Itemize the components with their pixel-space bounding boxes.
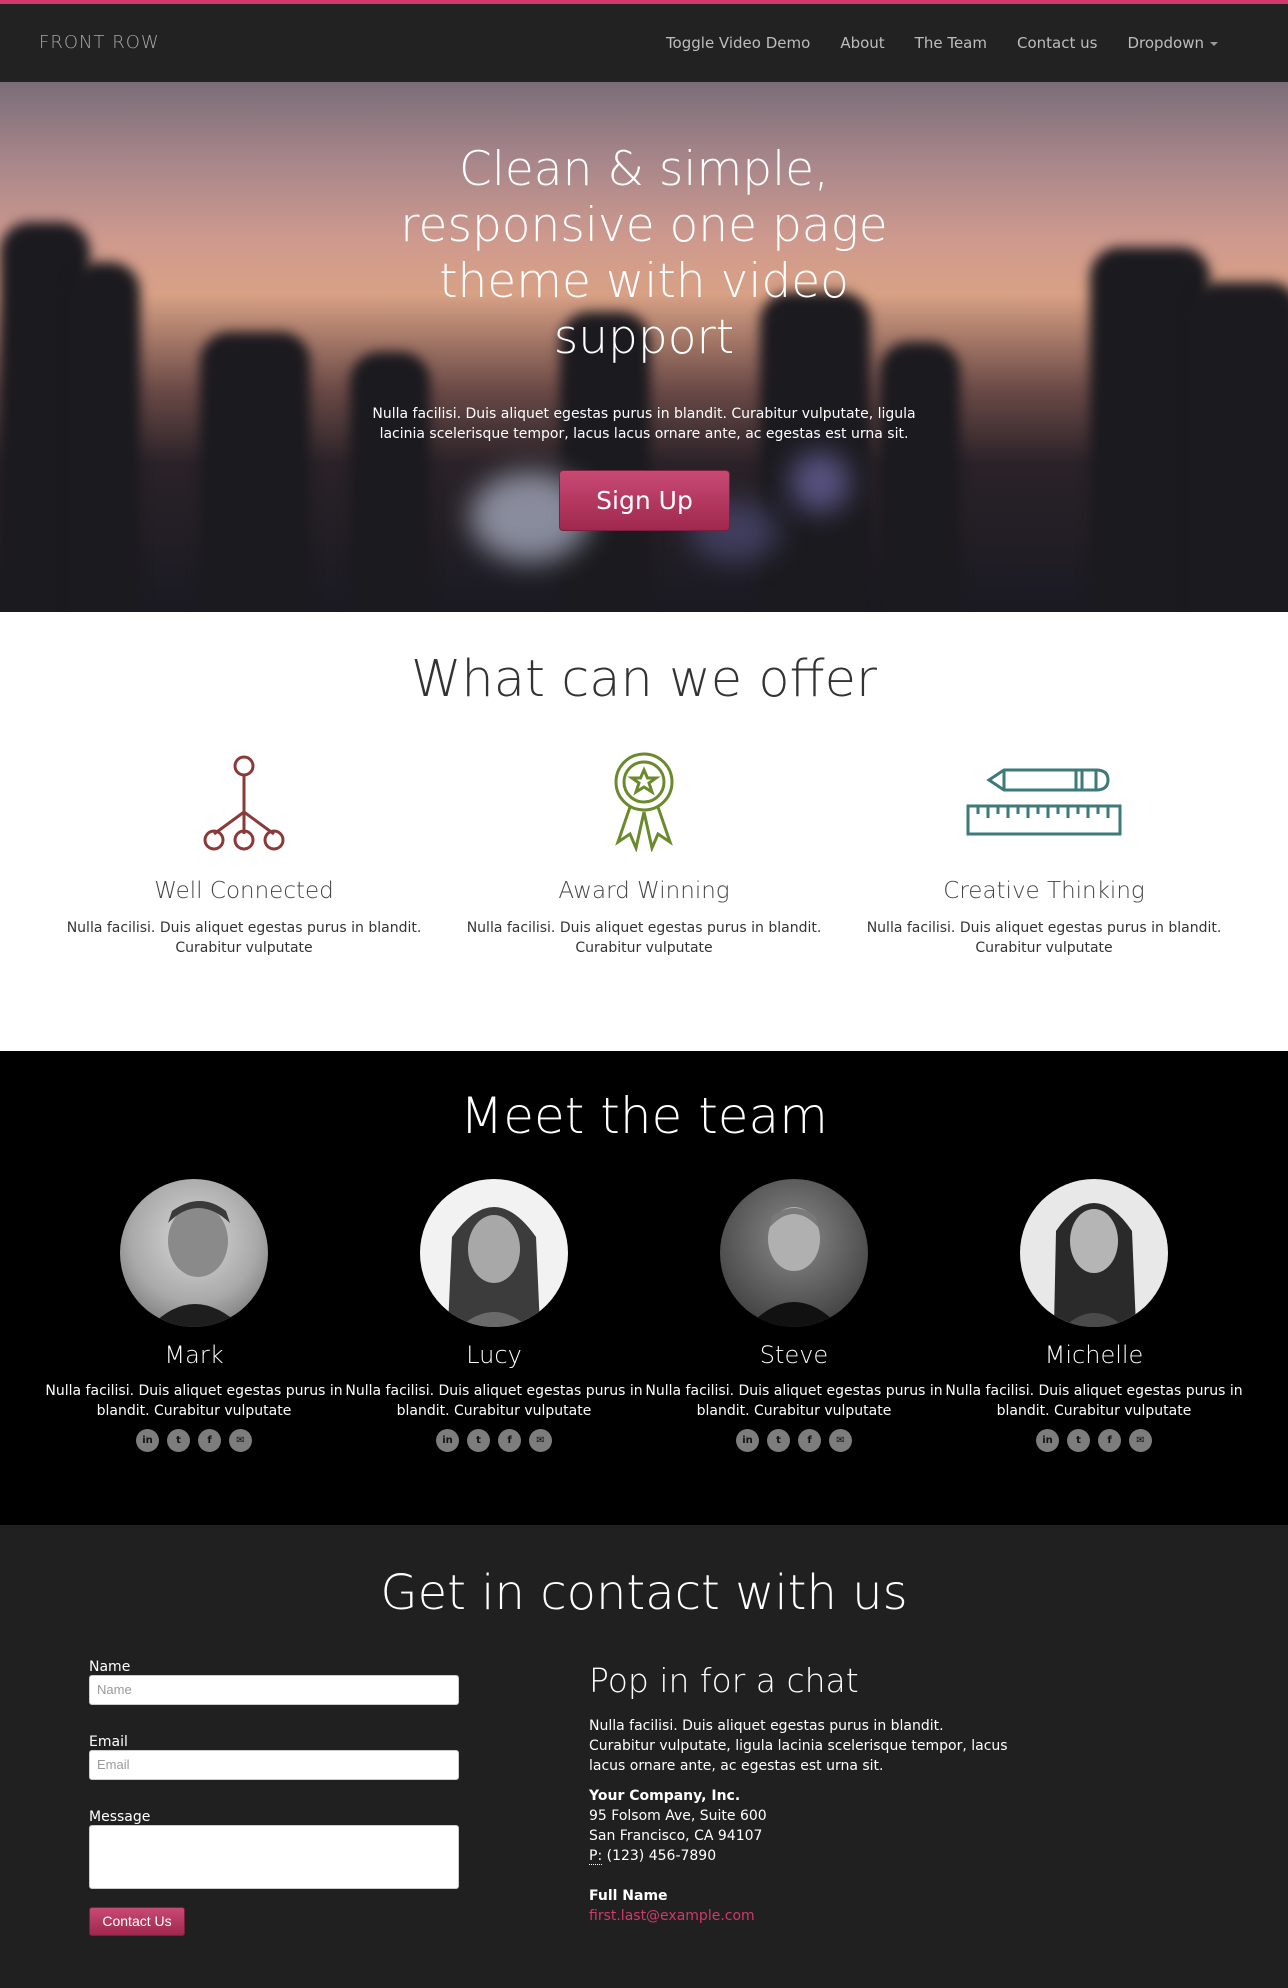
facebook-icon[interactable]: f — [798, 1429, 821, 1452]
feature-text: Nulla facilisi. Duis aliquet egestas pur… — [466, 920, 822, 956]
team-section: Meet the team Mark Nulla facilisi. Duis … — [0, 1051, 1288, 1525]
email-input[interactable]: Email — [89, 1750, 459, 1780]
social-links: in t f ✉ — [644, 1429, 944, 1452]
message-label: Message — [89, 1809, 151, 1825]
avatar-portrait — [150, 1201, 242, 1327]
award-ribbon-icon — [614, 752, 674, 852]
member-bio: Nulla facilisi. Duis aliquet egestas pur… — [945, 1383, 1243, 1419]
full-name: Full Name — [589, 1888, 668, 1904]
nav-item-about[interactable]: About — [840, 34, 884, 52]
team-member-michelle: Michelle Nulla facilisi. Duis aliquet eg… — [944, 1179, 1244, 1452]
linkedin-icon[interactable]: in — [736, 1429, 759, 1452]
facebook-icon[interactable]: f — [198, 1429, 221, 1452]
social-links: in t f ✉ — [944, 1429, 1244, 1452]
feature-creative-thinking: Creative Thinking Nulla facilisi. Duis a… — [864, 752, 1224, 958]
avatar-portrait — [448, 1207, 540, 1327]
twitter-icon[interactable]: t — [767, 1429, 790, 1452]
team-member-steve: Steve Nulla facilisi. Duis aliquet egest… — [644, 1179, 944, 1452]
mail-icon[interactable]: ✉ — [229, 1429, 252, 1452]
phone-number: (123) 456-7890 — [606, 1848, 717, 1864]
member-name: Lucy — [466, 1341, 522, 1369]
phone-line: P: (123) 456-7890 — [589, 1846, 1009, 1866]
contact-us-button[interactable]: Contact Us — [89, 1907, 185, 1936]
email-block: Full Name first.last@example.com — [589, 1886, 1009, 1926]
member-bio: Nulla facilisi. Duis aliquet egestas pur… — [645, 1383, 943, 1419]
avatar — [420, 1179, 568, 1327]
mail-icon[interactable]: ✉ — [1129, 1429, 1152, 1452]
pencil-ruler-icon — [966, 768, 1122, 836]
hero-title: Clean & simple, responsive one page them… — [400, 142, 888, 365]
name-input[interactable]: Name — [89, 1675, 459, 1705]
email-link[interactable]: first.last@example.com — [589, 1906, 1009, 1926]
hero-background-shape — [1190, 282, 1288, 612]
network-icon — [203, 755, 285, 851]
info-text: Nulla facilisi. Duis aliquet egestas pur… — [589, 1718, 1008, 1774]
feature-well-connected: Well Connected Nulla facilisi. Duis aliq… — [64, 752, 424, 958]
offer-section: What can we offer Well Connected Nulla f… — [0, 612, 1288, 1051]
contact-info: Pop in for a chat Nulla facilisi. Duis a… — [589, 1661, 1009, 1926]
member-bio: Nulla facilisi. Duis aliquet egestas pur… — [45, 1383, 343, 1419]
member-name: Michelle — [1044, 1341, 1144, 1369]
linkedin-icon[interactable]: in — [436, 1429, 459, 1452]
brand-logo[interactable]: FRONT ROW — [39, 32, 160, 53]
contact-title: Get in contact with us — [380, 1565, 908, 1621]
sign-up-button[interactable]: Sign Up — [559, 470, 730, 531]
team-member-lucy: Lucy Nulla facilisi. Duis aliquet egesta… — [344, 1179, 644, 1452]
hero-background-shape — [200, 332, 310, 612]
message-textarea[interactable] — [89, 1825, 459, 1889]
company-name: Your Company, Inc. — [589, 1788, 741, 1804]
nav-menu: Toggle Video Demo About The Team Contact… — [666, 34, 1218, 52]
phone-abbr: P: — [589, 1848, 603, 1865]
name-label: Name — [89, 1659, 131, 1675]
feature-text: Nulla facilisi. Duis aliquet egestas pur… — [866, 920, 1222, 956]
feature-award-winning: Award Winning Nulla facilisi. Duis aliqu… — [464, 752, 824, 958]
social-links: in t f ✉ — [344, 1429, 644, 1452]
team-member-mark: Mark Nulla facilisi. Duis aliquet egesta… — [44, 1179, 344, 1452]
twitter-icon[interactable]: t — [1067, 1429, 1090, 1452]
caret-down-icon — [1210, 41, 1218, 46]
hero-background-light — [790, 452, 850, 512]
address-line: San Francisco, CA 94107 — [589, 1828, 763, 1844]
member-name: Steve — [759, 1341, 829, 1369]
hero-background-shape — [70, 262, 140, 612]
avatar — [1020, 1179, 1168, 1327]
hero-background-shape — [880, 342, 960, 612]
nav-item-dropdown[interactable]: Dropdown — [1127, 34, 1218, 52]
nav-item-contact[interactable]: Contact us — [1017, 34, 1097, 52]
linkedin-icon[interactable]: in — [1036, 1429, 1059, 1452]
navbar: FRONT ROW Toggle Video Demo About The Te… — [0, 0, 1288, 82]
mail-icon[interactable]: ✉ — [529, 1429, 552, 1452]
mail-icon[interactable]: ✉ — [829, 1429, 852, 1452]
linkedin-icon[interactable]: in — [136, 1429, 159, 1452]
avatar — [720, 1179, 868, 1327]
twitter-icon[interactable]: t — [467, 1429, 490, 1452]
info-title: Pop in for a chat — [589, 1661, 859, 1700]
feature-text: Nulla facilisi. Duis aliquet egestas pur… — [66, 920, 422, 956]
nav-item-team[interactable]: The Team — [915, 34, 987, 52]
avatar — [120, 1179, 268, 1327]
team-title: Meet the team — [460, 1087, 828, 1145]
contact-section: Get in contact with us Name Name Email E… — [0, 1525, 1288, 1988]
nav-item-toggle-video[interactable]: Toggle Video Demo — [666, 34, 810, 52]
feature-title: Creative Thinking — [943, 878, 1145, 904]
twitter-icon[interactable]: t — [167, 1429, 190, 1452]
member-name: Mark — [164, 1341, 224, 1369]
member-bio: Nulla facilisi. Duis aliquet egestas pur… — [345, 1383, 643, 1419]
social-links: in t f ✉ — [44, 1429, 344, 1452]
dropdown-label: Dropdown — [1127, 34, 1204, 52]
facebook-icon[interactable]: f — [498, 1429, 521, 1452]
feature-title: Award Winning — [558, 878, 730, 904]
hero-text: Nulla facilisi. Duis aliquet egestas pur… — [372, 406, 916, 442]
address-block: Your Company, Inc. 95 Folsom Ave, Suite … — [589, 1786, 1009, 1866]
address-line: 95 Folsom Ave, Suite 600 — [589, 1808, 767, 1824]
facebook-icon[interactable]: f — [1098, 1429, 1121, 1452]
avatar-portrait — [748, 1207, 840, 1327]
avatar-portrait — [1054, 1203, 1136, 1327]
feature-title: Well Connected — [154, 878, 334, 904]
offer-title: What can we offer — [410, 650, 878, 709]
hero-section: Clean & simple, responsive one page them… — [0, 82, 1288, 612]
email-label: Email — [89, 1734, 128, 1750]
hero-background-shape — [350, 352, 430, 612]
